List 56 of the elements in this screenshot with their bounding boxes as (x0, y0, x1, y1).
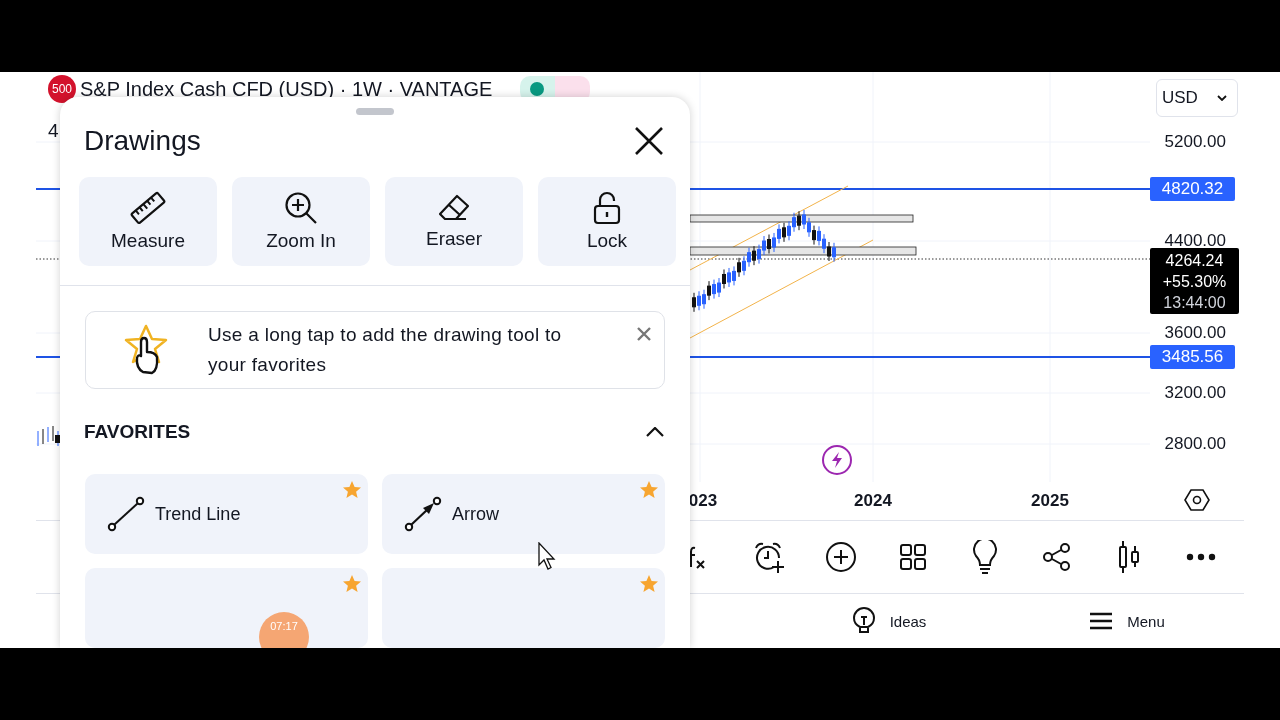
mouse-cursor-icon (538, 542, 556, 570)
price-tick: 4400.00 (1164, 230, 1226, 252)
favorite-tool[interactable]: Trend Line (85, 474, 368, 554)
candlestick-icon[interactable] (1117, 540, 1141, 574)
currency-dropdown[interactable]: USD (1156, 79, 1238, 117)
price-level-label: 4820.32 (1150, 177, 1235, 201)
share-icon[interactable] (1042, 542, 1072, 572)
close-icon (636, 326, 652, 342)
unlocked-padlock-icon (593, 191, 621, 225)
time-label: 023 (687, 491, 719, 511)
chevron-down-icon (1217, 95, 1227, 101)
tool-button[interactable]: Zoom In (232, 177, 370, 266)
dismiss-button[interactable] (636, 326, 652, 342)
add-circle-icon[interactable] (825, 541, 857, 573)
settings-icon[interactable] (1184, 488, 1210, 512)
collapse-button[interactable] (646, 427, 664, 437)
symbol-badge: 500 (48, 75, 76, 103)
bar-countdown: 13:44:00 (1163, 292, 1226, 313)
price-level-label: 3485.56 (1150, 345, 1235, 369)
price-tick: 2800.00 (1164, 433, 1226, 455)
price-range-box[interactable] (689, 246, 917, 256)
grid-icon[interactable] (899, 543, 927, 571)
chevron-up-icon (646, 427, 664, 437)
price-tick: 3600.00 (1164, 322, 1226, 344)
zoom-in-icon (284, 191, 318, 225)
nav-item[interactable]: Ideas (770, 607, 1008, 635)
tool-button[interactable]: Eraser (385, 177, 523, 266)
price-change: +55.30% (1162, 271, 1227, 292)
lightbulb-icon (851, 607, 876, 635)
drag-handle[interactable] (356, 108, 394, 115)
section-title: FAVORITES (84, 421, 191, 443)
time-label: 2025 (1030, 491, 1070, 511)
channel-line[interactable] (689, 239, 874, 339)
time-label: 2024 (853, 491, 893, 511)
eraser-icon (437, 193, 471, 223)
close-icon (634, 126, 664, 156)
price-value: 4 (48, 120, 59, 142)
tool-button[interactable]: Lock (538, 177, 676, 266)
price-tick: 5200.00 (1164, 131, 1226, 153)
more-icon[interactable] (1186, 553, 1216, 561)
lightning-icon[interactable] (821, 444, 853, 476)
ruler-icon (129, 191, 167, 225)
lightbulb-icon[interactable] (971, 540, 999, 574)
alarm-plus-icon[interactable] (752, 540, 786, 574)
close-button[interactable] (634, 126, 664, 156)
last-price: 4264.24 (1165, 250, 1224, 271)
symbol-title[interactable]: S&P Index Cash CFD (USD) · 1W · VANTAGE (80, 78, 493, 100)
tip-text: Use a long tap to add the drawing tool to your favorites (208, 323, 563, 377)
price-tick: 3200.00 (1164, 382, 1226, 404)
menu-icon (1089, 611, 1114, 631)
sheet-title: Drawings (84, 125, 201, 157)
trend-line-icon (107, 496, 145, 532)
arrow-tool-icon (404, 496, 442, 532)
favorite-tool[interactable]: Arrow (382, 474, 665, 554)
tool-button[interactable]: Measure (79, 177, 217, 266)
nav-item[interactable]: Menu (1008, 611, 1246, 631)
